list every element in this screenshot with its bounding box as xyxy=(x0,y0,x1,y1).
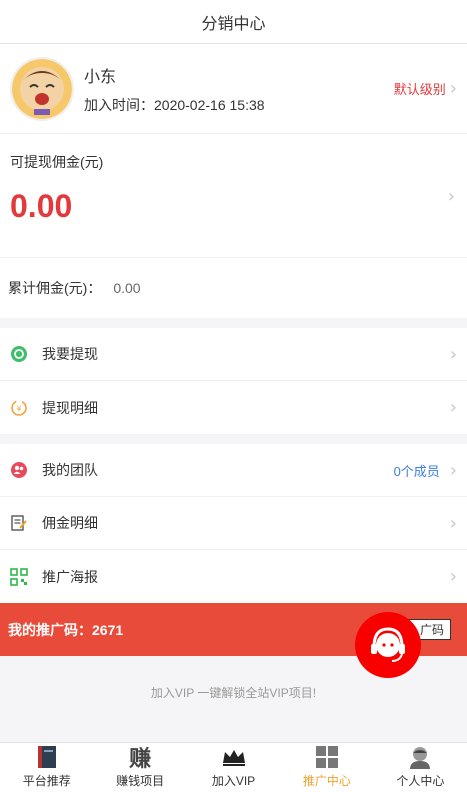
menu-group-team: 我的团队 0个成员 › 佣金明细 › 推广海报 › xyxy=(0,444,467,603)
tab-promotion-center[interactable]: 推广中心 xyxy=(280,743,373,792)
qrcode-icon xyxy=(10,567,28,586)
withdrawable-commission-card[interactable]: 可提现佣金(元) 0.00 › xyxy=(0,134,467,258)
avatar xyxy=(10,56,74,121)
menu-label: 我要提现 xyxy=(42,346,98,362)
chevron-right-icon: › xyxy=(449,459,457,481)
person-icon xyxy=(408,744,432,770)
tab-label: 赚钱项目 xyxy=(116,774,165,788)
tab-label: 推广中心 xyxy=(302,774,351,788)
commission-detail-icon xyxy=(10,514,28,532)
profile-card: 小东 加入时间：2020-02-16 15:38 默认级别 › xyxy=(0,44,467,134)
page-title: 分销中心 xyxy=(201,15,266,33)
customer-service-button[interactable] xyxy=(355,612,421,678)
menu-label: 推广海报 xyxy=(42,568,98,585)
grid-icon xyxy=(315,744,339,770)
commission-amount: 0.00 xyxy=(10,188,73,224)
menu-item-commission-detail[interactable]: 佣金明细 › xyxy=(0,497,467,550)
menu-group-withdraw: 我要提现 › ¥ 提现明细 › xyxy=(0,328,467,434)
chevron-right-icon: › xyxy=(449,397,457,418)
crown-icon xyxy=(221,744,247,770)
withdraw-detail-icon: ¥ xyxy=(10,399,28,417)
menu-item-team[interactable]: 我的团队 0个成员 › xyxy=(0,444,467,497)
withdraw-icon xyxy=(10,345,28,363)
svg-text:¥: ¥ xyxy=(16,404,21,413)
tab-join-vip[interactable]: 加入VIP xyxy=(187,743,280,792)
menu-item-withdraw-detail[interactable]: ¥ 提现明细 › xyxy=(0,381,467,434)
tab-label: 平台推荐 xyxy=(22,774,71,788)
team-member-count: 0个成员 xyxy=(393,463,440,479)
tab-label: 个人中心 xyxy=(396,774,445,788)
total-commission: 累计佣金(元)： 0.00 xyxy=(0,258,467,318)
promo-code-value: 2671 xyxy=(92,621,124,638)
menu-item-poster[interactable]: 推广海报 › xyxy=(0,550,467,603)
menu-label: 佣金明细 xyxy=(42,515,98,531)
user-name: 小东 xyxy=(84,68,117,86)
chevron-right-icon: › xyxy=(449,78,457,99)
tab-earn-projects[interactable]: 赚 赚钱项目 xyxy=(93,743,186,792)
tab-personal-center[interactable]: 个人中心 xyxy=(374,743,467,792)
chevron-right-icon: › xyxy=(447,186,455,207)
level-link[interactable]: 默认级别 › xyxy=(394,78,457,99)
chevron-right-icon: › xyxy=(449,343,457,365)
tab-platform-recommend[interactable]: 平台推荐 xyxy=(0,743,93,792)
commission-label: 可提现佣金(元) xyxy=(10,154,104,170)
team-icon xyxy=(10,461,28,479)
menu-label: 我的团队 xyxy=(42,462,98,478)
earn-icon: 赚 xyxy=(129,746,152,771)
page-header: 分销中心 xyxy=(0,0,467,44)
chevron-right-icon: › xyxy=(449,566,457,587)
menu-item-withdraw[interactable]: 我要提现 › xyxy=(0,328,467,381)
headset-icon xyxy=(371,627,405,662)
book-icon xyxy=(36,744,58,770)
promo-code-label: 我的推广码： xyxy=(8,621,92,638)
level-label: 默认级别 xyxy=(393,82,446,97)
chevron-right-icon: › xyxy=(449,512,457,534)
bottom-tab-bar: 平台推荐 赚 赚钱项目 加入VIP 推广中心 个人中心 xyxy=(0,742,467,792)
tab-label: 加入VIP xyxy=(211,774,256,788)
menu-label: 提现明细 xyxy=(42,399,98,416)
join-time: 加入时间：2020-02-16 15:38 xyxy=(84,96,265,113)
total-value: 0.00 xyxy=(113,280,141,296)
total-label: 累计佣金(元)： xyxy=(8,280,102,296)
